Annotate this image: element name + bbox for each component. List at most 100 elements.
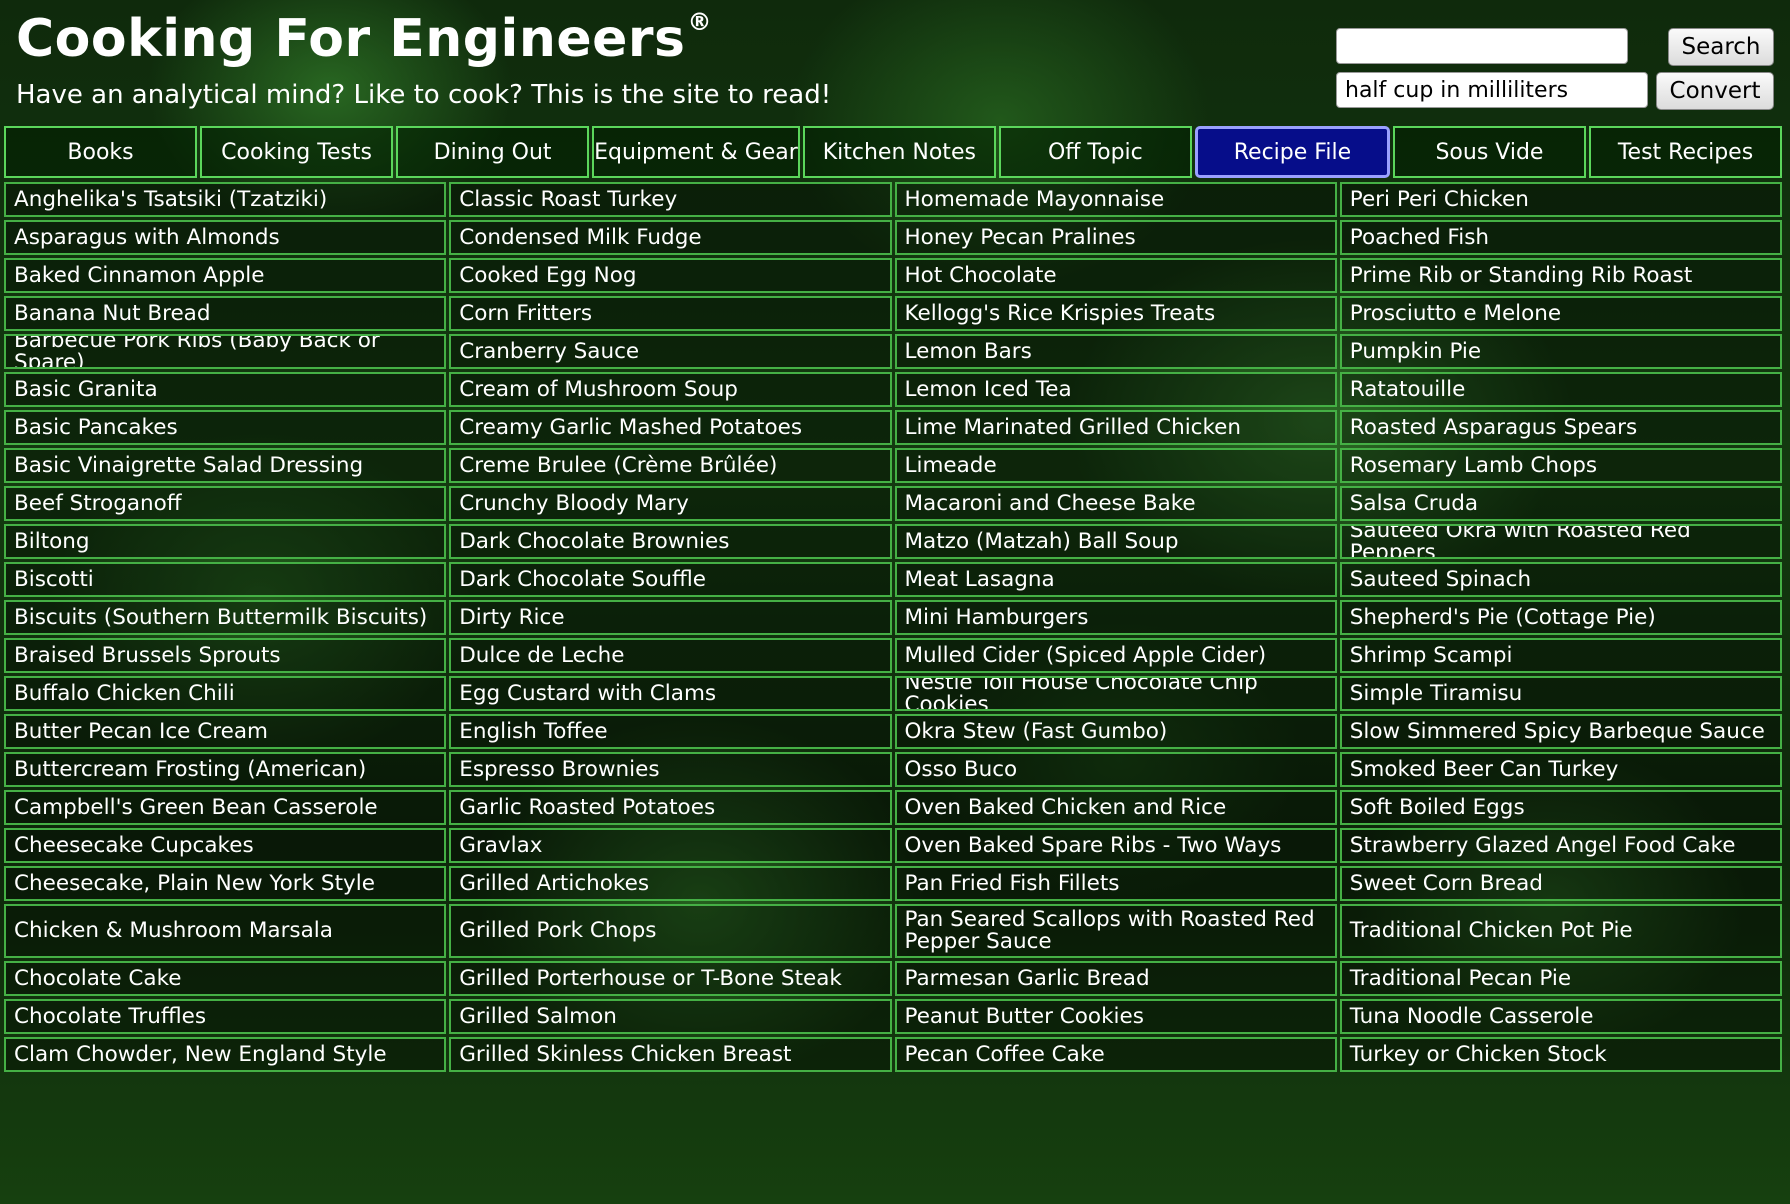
recipe-link[interactable]: Rosemary Lamb Chops bbox=[1339, 448, 1782, 483]
recipe-link[interactable]: English Toffee bbox=[449, 714, 892, 749]
recipe-link[interactable]: Homemade Mayonnaise bbox=[894, 182, 1337, 217]
recipe-link[interactable]: Dirty Rice bbox=[449, 600, 892, 635]
recipe-link[interactable]: Peri Peri Chicken bbox=[1339, 182, 1782, 217]
recipe-link[interactable]: Buttercream Frosting (American) bbox=[4, 752, 447, 787]
recipe-link[interactable]: Baked Cinnamon Apple bbox=[4, 258, 447, 293]
recipe-link[interactable]: Creamy Garlic Mashed Potatoes bbox=[449, 410, 892, 445]
recipe-link[interactable]: Butter Pecan Ice Cream bbox=[4, 714, 447, 749]
recipe-link[interactable]: Pumpkin Pie bbox=[1339, 334, 1782, 369]
recipe-link[interactable]: Anghelika's Tsatsiki (Tzatziki) bbox=[4, 182, 447, 217]
recipe-link[interactable]: Mini Hamburgers bbox=[894, 600, 1337, 635]
recipe-link[interactable]: Slow Simmered Spicy Barbeque Sauce bbox=[1339, 714, 1782, 749]
recipe-link[interactable]: Parmesan Garlic Bread bbox=[894, 961, 1337, 996]
recipe-link[interactable]: Gravlax bbox=[449, 828, 892, 863]
tab-recipe-file[interactable]: Recipe File bbox=[1194, 126, 1390, 178]
recipe-link[interactable]: Sauteed Spinach bbox=[1339, 562, 1782, 597]
tab-sous-vide[interactable]: Sous Vide bbox=[1392, 126, 1586, 178]
recipe-link[interactable]: Chocolate Truffles bbox=[4, 999, 447, 1034]
recipe-link[interactable]: Simple Tiramisu bbox=[1339, 676, 1782, 711]
recipe-link[interactable]: Smoked Beer Can Turkey bbox=[1339, 752, 1782, 787]
recipe-link[interactable]: Tuna Noodle Casserole bbox=[1339, 999, 1782, 1034]
recipe-link[interactable]: Grilled Skinless Chicken Breast bbox=[449, 1037, 892, 1072]
recipe-link[interactable]: Braised Brussels Sprouts bbox=[4, 638, 447, 673]
recipe-link[interactable]: Biscuits (Southern Buttermilk Biscuits) bbox=[4, 600, 447, 635]
tab-equipment-gear[interactable]: Equipment & Gear bbox=[592, 126, 800, 178]
search-button[interactable]: Search bbox=[1668, 28, 1774, 66]
recipe-link[interactable]: Traditional Chicken Pot Pie bbox=[1339, 904, 1782, 958]
recipe-link[interactable]: Cranberry Sauce bbox=[449, 334, 892, 369]
tab-test-recipes[interactable]: Test Recipes bbox=[1589, 126, 1783, 178]
recipe-link[interactable]: Nestle Toll House Chocolate Chip Cookies bbox=[894, 676, 1337, 711]
site-title[interactable]: Cooking For Engineers® bbox=[16, 8, 712, 69]
recipe-link[interactable]: Grilled Porterhouse or T-Bone Steak bbox=[449, 961, 892, 996]
recipe-link[interactable]: Creme Brulee (Crème Brûlée) bbox=[449, 448, 892, 483]
recipe-link[interactable]: Macaroni and Cheese Bake bbox=[894, 486, 1337, 521]
recipe-link[interactable]: Chocolate Cake bbox=[4, 961, 447, 996]
recipe-link[interactable]: Crunchy Bloody Mary bbox=[449, 486, 892, 521]
recipe-link[interactable]: Cream of Mushroom Soup bbox=[449, 372, 892, 407]
recipe-link[interactable]: Peanut Butter Cookies bbox=[894, 999, 1337, 1034]
recipe-link[interactable]: Condensed Milk Fudge bbox=[449, 220, 892, 255]
recipe-link[interactable]: Oven Baked Spare Ribs - Two Ways bbox=[894, 828, 1337, 863]
recipe-link[interactable]: Pan Fried Fish Fillets bbox=[894, 866, 1337, 901]
recipe-link[interactable]: Meat Lasagna bbox=[894, 562, 1337, 597]
recipe-link[interactable]: Basic Granita bbox=[4, 372, 447, 407]
convert-input[interactable] bbox=[1336, 72, 1648, 108]
recipe-link[interactable]: Barbecue Pork Ribs (Baby Back or Spare) bbox=[4, 334, 447, 369]
recipe-link[interactable]: Buffalo Chicken Chili bbox=[4, 676, 447, 711]
recipe-link[interactable]: Sweet Corn Bread bbox=[1339, 866, 1782, 901]
recipe-link[interactable]: Dark Chocolate Brownies bbox=[449, 524, 892, 559]
recipe-link[interactable]: Clam Chowder, New England Style bbox=[4, 1037, 447, 1072]
recipe-link[interactable]: Soft Boiled Eggs bbox=[1339, 790, 1782, 825]
tab-books[interactable]: Books bbox=[4, 126, 198, 178]
recipe-link[interactable]: Cheesecake Cupcakes bbox=[4, 828, 447, 863]
recipe-link[interactable]: Pan Seared Scallops with Roasted Red Pep… bbox=[894, 904, 1337, 958]
recipe-link[interactable]: Poached Fish bbox=[1339, 220, 1782, 255]
recipe-link[interactable]: Espresso Brownies bbox=[449, 752, 892, 787]
recipe-link[interactable]: Dulce de Leche bbox=[449, 638, 892, 673]
recipe-link[interactable]: Kellogg's Rice Krispies Treats bbox=[894, 296, 1337, 331]
recipe-link[interactable]: Shrimp Scampi bbox=[1339, 638, 1782, 673]
recipe-link[interactable]: Roasted Asparagus Spears bbox=[1339, 410, 1782, 445]
convert-button[interactable]: Convert bbox=[1656, 72, 1774, 110]
recipe-link[interactable]: Chicken & Mushroom Marsala bbox=[4, 904, 447, 958]
recipe-link[interactable]: Basic Pancakes bbox=[4, 410, 447, 445]
recipe-link[interactable]: Salsa Cruda bbox=[1339, 486, 1782, 521]
recipe-link[interactable]: Biscotti bbox=[4, 562, 447, 597]
recipe-link[interactable]: Traditional Pecan Pie bbox=[1339, 961, 1782, 996]
recipe-link[interactable]: Honey Pecan Pralines bbox=[894, 220, 1337, 255]
recipe-link[interactable]: Asparagus with Almonds bbox=[4, 220, 447, 255]
recipe-link[interactable]: Dark Chocolate Souffle bbox=[449, 562, 892, 597]
recipe-link[interactable]: Lemon Iced Tea bbox=[894, 372, 1337, 407]
search-input[interactable] bbox=[1336, 28, 1628, 64]
recipe-link[interactable]: Beef Stroganoff bbox=[4, 486, 447, 521]
recipe-link[interactable]: Ratatouille bbox=[1339, 372, 1782, 407]
recipe-link[interactable]: Cooked Egg Nog bbox=[449, 258, 892, 293]
recipe-link[interactable]: Cheesecake, Plain New York Style bbox=[4, 866, 447, 901]
recipe-link[interactable]: Osso Buco bbox=[894, 752, 1337, 787]
recipe-link[interactable]: Campbell's Green Bean Casserole bbox=[4, 790, 447, 825]
recipe-link[interactable]: Classic Roast Turkey bbox=[449, 182, 892, 217]
tab-dining-out[interactable]: Dining Out bbox=[396, 126, 590, 178]
recipe-link[interactable]: Oven Baked Chicken and Rice bbox=[894, 790, 1337, 825]
recipe-link[interactable]: Sauteed Okra with Roasted Red Peppers bbox=[1339, 524, 1782, 559]
recipe-link[interactable]: Limeade bbox=[894, 448, 1337, 483]
recipe-link[interactable]: Turkey or Chicken Stock bbox=[1339, 1037, 1782, 1072]
recipe-link[interactable]: Mulled Cider (Spiced Apple Cider) bbox=[894, 638, 1337, 673]
recipe-link[interactable]: Matzo (Matzah) Ball Soup bbox=[894, 524, 1337, 559]
recipe-link[interactable]: Garlic Roasted Potatoes bbox=[449, 790, 892, 825]
recipe-link[interactable]: Corn Fritters bbox=[449, 296, 892, 331]
recipe-link[interactable]: Lemon Bars bbox=[894, 334, 1337, 369]
recipe-link[interactable]: Grilled Pork Chops bbox=[449, 904, 892, 958]
recipe-link[interactable]: Okra Stew (Fast Gumbo) bbox=[894, 714, 1337, 749]
recipe-link[interactable]: Hot Chocolate bbox=[894, 258, 1337, 293]
recipe-link[interactable]: Basic Vinaigrette Salad Dressing bbox=[4, 448, 447, 483]
recipe-link[interactable]: Egg Custard with Clams bbox=[449, 676, 892, 711]
recipe-link[interactable]: Banana Nut Bread bbox=[4, 296, 447, 331]
recipe-link[interactable]: Strawberry Glazed Angel Food Cake bbox=[1339, 828, 1782, 863]
site-title-text[interactable]: Cooking For Engineers bbox=[16, 9, 686, 69]
tab-cooking-tests[interactable]: Cooking Tests bbox=[200, 126, 394, 178]
recipe-link[interactable]: Grilled Salmon bbox=[449, 999, 892, 1034]
recipe-link[interactable]: Lime Marinated Grilled Chicken bbox=[894, 410, 1337, 445]
recipe-link[interactable]: Pecan Coffee Cake bbox=[894, 1037, 1337, 1072]
